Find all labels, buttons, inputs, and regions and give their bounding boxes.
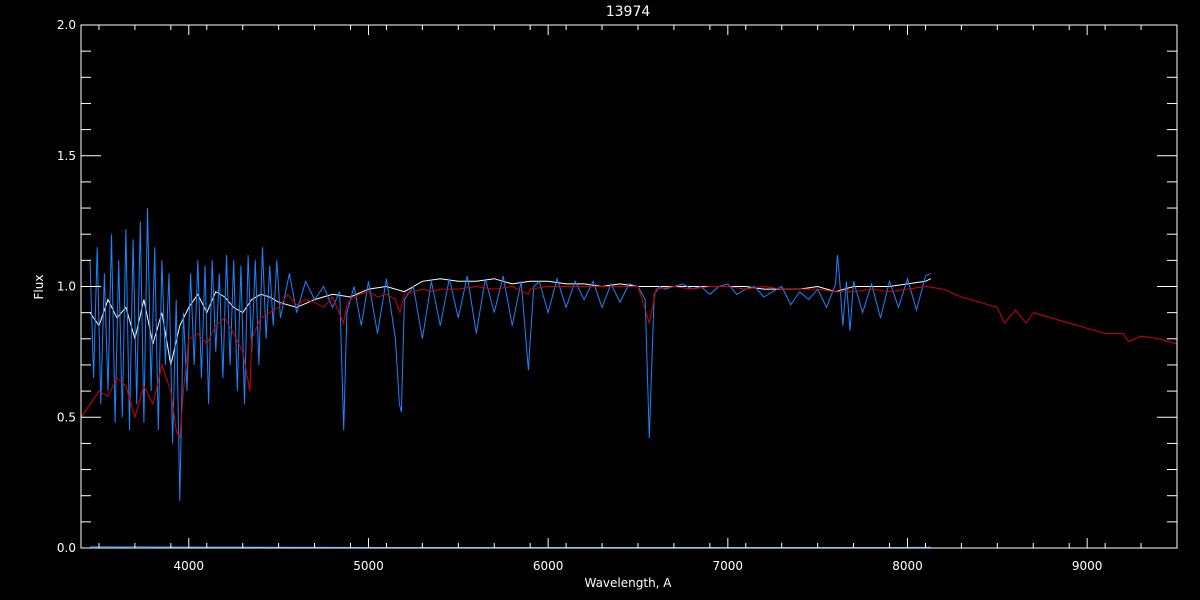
y-tick-label: 0.5 — [57, 410, 76, 424]
spectrum-chart: 13974 Wavelength, A Flux 4000 5000 6000 700… — [32, 4, 1178, 590]
chart-title: 13974 — [606, 4, 651, 20]
x-tick-label: 7000 — [713, 559, 744, 573]
y-tick-label: 0.0 — [57, 541, 76, 555]
series-line-2 — [89, 208, 932, 501]
x-tick-label: 5000 — [353, 559, 384, 573]
x-tick-label: 6000 — [533, 559, 564, 573]
x-tick-label: 8000 — [892, 559, 923, 573]
series-line-4 — [89, 546, 931, 548]
y-tick-label: 2.0 — [57, 18, 76, 32]
series-line-1 — [89, 278, 932, 366]
x-tick-label: 4000 — [174, 559, 205, 573]
y-axis-label: Flux — [32, 275, 46, 300]
x-axis-label: Wavelength, A — [584, 576, 672, 590]
y-tick-label: 1.5 — [57, 149, 76, 163]
y-tick-label: 1.0 — [57, 280, 76, 294]
x-tick-label: 9000 — [1072, 559, 1103, 573]
series-layer — [80, 208, 1178, 548]
